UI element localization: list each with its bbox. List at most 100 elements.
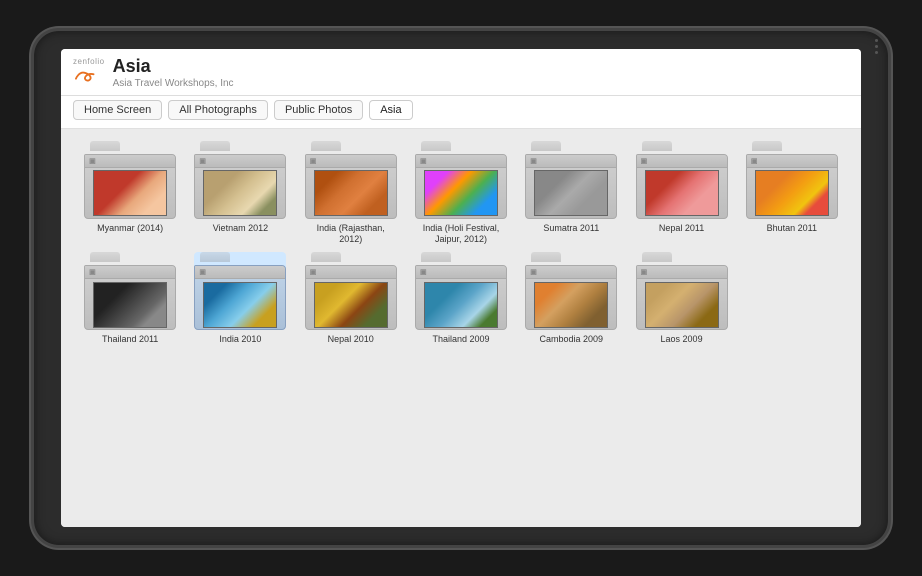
folder-container-india2010: ▣ [194, 252, 286, 330]
folder-label-nepal2010: Nepal 2010 [328, 334, 374, 345]
folder-indicator: ▣ [530, 268, 537, 276]
folder-india-holi[interactable]: ▣ India (Holi Festival, Jaipur, 2012) [408, 141, 514, 245]
folder-tab [421, 141, 451, 151]
folder-indicator: ▣ [310, 157, 317, 165]
folder-thumbnail-nepal2010 [314, 282, 388, 328]
tab-home-screen[interactable]: Home Screen [73, 100, 162, 120]
folder-thumbnail-vietnam [203, 170, 277, 216]
folder-body: ▣ [194, 265, 286, 330]
main-content: ▣ Myanmar (2014) ▣ Vietnam 2012 [61, 129, 861, 527]
folder-thumbnail-india-holi [424, 170, 498, 216]
folder-indicator: ▣ [199, 157, 206, 165]
folder-tab [421, 252, 451, 262]
folder-tab [531, 252, 561, 262]
folder-indicator: ▣ [89, 157, 96, 165]
folder-tab [311, 141, 341, 151]
folder-label-nepal: Nepal 2011 [659, 223, 704, 234]
breadcrumb-nav: Home Screen All Photographs Public Photo… [61, 96, 861, 129]
folder-tab [642, 252, 672, 262]
header-title-area: Asia Asia Travel Workshops, Inc [113, 57, 849, 89]
folder-container-india-holi: ▣ [415, 141, 507, 219]
folder-indicator: ▣ [641, 157, 648, 165]
folder-label-cambodia: Cambodia 2009 [540, 334, 604, 345]
folder-thailand09[interactable]: ▣ Thailand 2009 [408, 252, 514, 345]
folder-thumbnail-bhutan [755, 170, 829, 216]
folder-indicator: ▣ [420, 268, 427, 276]
folder-cambodia[interactable]: ▣ Cambodia 2009 [518, 252, 624, 345]
folder-body: ▣ [194, 154, 286, 219]
folder-container-thailand09: ▣ [415, 252, 507, 330]
folder-tab [90, 252, 120, 262]
app-header: zenfolio Asia Asia Travel Workshops, Inc [61, 49, 861, 96]
folder-vietnam[interactable]: ▣ Vietnam 2012 [187, 141, 293, 245]
folder-indicator: ▣ [199, 268, 206, 276]
folder-body: ▣ [305, 154, 397, 219]
folder-body: ▣ [525, 265, 617, 330]
folder-indicator: ▣ [310, 268, 317, 276]
folder-container-laos: ▣ [636, 252, 728, 330]
logo-swirl-icon [73, 68, 95, 82]
folder-body: ▣ [84, 265, 176, 330]
folder-container-myanmar: ▣ [84, 141, 176, 219]
logo-area: zenfolio [73, 57, 105, 82]
folder-label-sumatra: Sumatra 2011 [543, 223, 599, 234]
folder-body: ▣ [525, 154, 617, 219]
folder-india-raj[interactable]: ▣ India (Rajasthan, 2012) [298, 141, 404, 245]
tab-all-photographs[interactable]: All Photographs [168, 100, 268, 120]
folder-thumbnail-myanmar [93, 170, 167, 216]
folder-indicator: ▣ [420, 157, 427, 165]
folder-container-nepal2010: ▣ [305, 252, 397, 330]
folder-container-nepal: ▣ [636, 141, 728, 219]
folder-myanmar[interactable]: ▣ Myanmar (2014) [77, 141, 183, 245]
folder-label-myanmar: Myanmar (2014) [97, 223, 163, 234]
folder-grid: ▣ Myanmar (2014) ▣ Vietnam 2012 [77, 141, 845, 345]
folder-container-cambodia: ▣ [525, 252, 617, 330]
folder-body: ▣ [636, 265, 728, 330]
folder-sumatra[interactable]: ▣ Sumatra 2011 [518, 141, 624, 245]
folder-label-india2010: India 2010 [219, 334, 261, 345]
folder-thailand11[interactable]: ▣ Thailand 2011 [77, 252, 183, 345]
folder-label-vietnam: Vietnam 2012 [213, 223, 268, 234]
folder-body: ▣ [415, 265, 507, 330]
folder-indicator: ▣ [751, 157, 758, 165]
page-title: Asia [113, 57, 849, 77]
tab-public-photos[interactable]: Public Photos [274, 100, 363, 120]
folder-body: ▣ [746, 154, 838, 219]
tab-asia[interactable]: Asia [369, 100, 412, 120]
folder-tab [90, 141, 120, 151]
folder-label-laos: Laos 2009 [661, 334, 703, 345]
folder-tab [200, 252, 230, 262]
folder-body: ▣ [305, 265, 397, 330]
folder-container-bhutan: ▣ [746, 141, 838, 219]
folder-nepal2010[interactable]: ▣ Nepal 2010 [298, 252, 404, 345]
zenfolio-logo: zenfolio [73, 57, 105, 66]
folder-label-bhutan: Bhutan 2011 [767, 223, 817, 234]
folder-india2010[interactable]: ▣ India 2010 [187, 252, 293, 345]
folder-indicator: ▣ [641, 268, 648, 276]
folder-thumbnail-thailand11 [93, 282, 167, 328]
page-subtitle: Asia Travel Workshops, Inc [113, 78, 849, 89]
folder-body: ▣ [84, 154, 176, 219]
folder-container-vietnam: ▣ [194, 141, 286, 219]
folder-thumbnail-india-raj [314, 170, 388, 216]
folder-label-thailand11: Thailand 2011 [102, 334, 158, 345]
folder-bhutan[interactable]: ▣ Bhutan 2011 [739, 141, 845, 245]
folder-thumbnail-laos [645, 282, 719, 328]
folder-container-thailand11: ▣ [84, 252, 176, 330]
folder-tab [642, 141, 672, 151]
folder-thumbnail-thailand09 [424, 282, 498, 328]
tablet-screen: zenfolio Asia Asia Travel Workshops, Inc… [61, 49, 861, 527]
folder-body: ▣ [415, 154, 507, 219]
folder-indicator: ▣ [89, 268, 96, 276]
folder-thumbnail-nepal [645, 170, 719, 216]
folder-tab [200, 141, 230, 151]
tablet-frame: zenfolio Asia Asia Travel Workshops, Inc… [31, 28, 891, 548]
folder-thumbnail-sumatra [534, 170, 608, 216]
folder-label-india-holi: India (Holi Festival, Jaipur, 2012) [415, 223, 507, 245]
folder-laos[interactable]: ▣ Laos 2009 [628, 252, 734, 345]
folder-nepal[interactable]: ▣ Nepal 2011 [628, 141, 734, 245]
folder-tab [311, 252, 341, 262]
folder-indicator: ▣ [530, 157, 537, 165]
folder-container-india-raj: ▣ [305, 141, 397, 219]
folder-thumbnail-cambodia [534, 282, 608, 328]
